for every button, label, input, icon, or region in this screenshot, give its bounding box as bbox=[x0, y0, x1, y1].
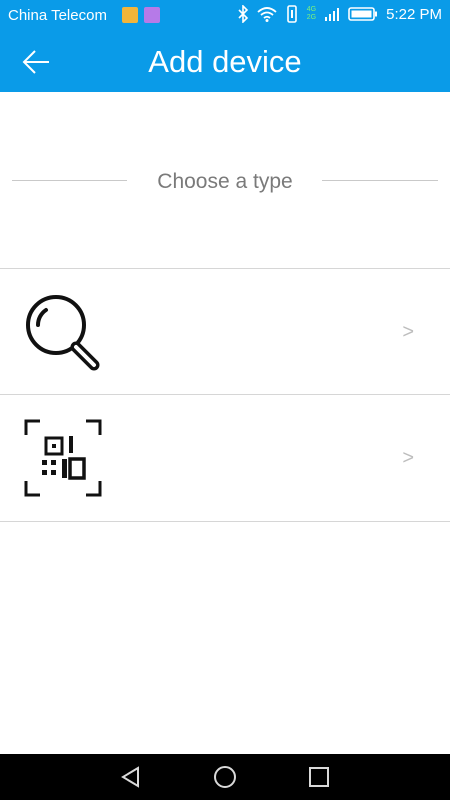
option-search-device[interactable]: > bbox=[0, 268, 450, 395]
signal-icon bbox=[325, 8, 340, 21]
bluetooth-icon bbox=[238, 5, 248, 23]
recents-square-icon bbox=[309, 767, 329, 787]
toolbar: Add device bbox=[0, 32, 450, 92]
qr-scan-icon bbox=[24, 419, 102, 497]
status-right: 4G 2G 5:22 PM bbox=[237, 5, 442, 23]
vibrate-icon bbox=[286, 5, 297, 23]
carrier-name: China Telecom bbox=[8, 7, 107, 24]
right-divider bbox=[322, 180, 438, 181]
chevron-right-icon: > bbox=[402, 321, 414, 343]
nav-home-button[interactable] bbox=[211, 763, 239, 791]
status-bar: China Telecom 4G 2G 5:22 PM bbox=[0, 0, 450, 32]
notification-icons bbox=[122, 7, 160, 23]
back-triangle-icon bbox=[121, 766, 139, 788]
clock: 5:22 PM bbox=[386, 5, 442, 23]
nav-recents-button[interactable] bbox=[305, 763, 333, 791]
nav-back-button[interactable] bbox=[117, 763, 145, 791]
app-bar: China Telecom 4G 2G 5:22 PM Add device bbox=[0, 0, 450, 92]
network-type: 4G 2G bbox=[306, 6, 317, 21]
home-circle-icon bbox=[214, 766, 236, 788]
battery-icon bbox=[348, 7, 378, 21]
section-title: Choose a type bbox=[157, 170, 293, 193]
chevron-right-icon: > bbox=[402, 447, 414, 469]
option-scan-qr-code[interactable]: > bbox=[0, 394, 450, 522]
gallery-app-icon bbox=[144, 7, 160, 23]
search-icon bbox=[26, 295, 100, 371]
wifi-icon bbox=[257, 7, 277, 22]
system-nav-bar bbox=[0, 754, 450, 800]
page-title: Add device bbox=[148, 44, 302, 79]
notification-app-icon bbox=[122, 7, 138, 23]
choose-type-header: Choose a type bbox=[0, 92, 450, 268]
